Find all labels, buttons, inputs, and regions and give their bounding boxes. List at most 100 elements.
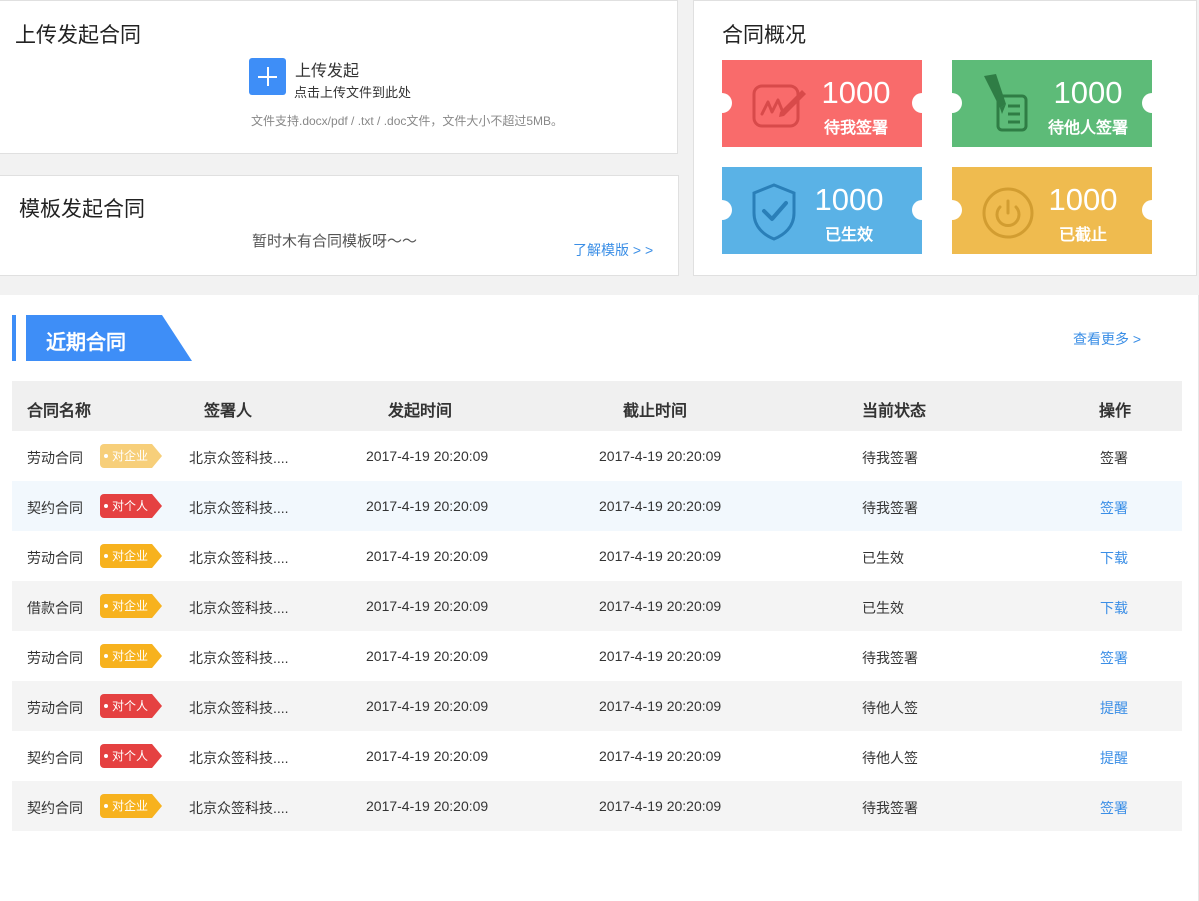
tag-enterprise: 对企业 [100,644,162,668]
download-button[interactable]: 下载 [1100,598,1128,618]
column-header: 签署人 [204,403,253,420]
status: 待我签署 [862,800,918,816]
status: 待我签署 [862,500,918,516]
card-count: 1000 [814,182,884,217]
start-time: 2017-4-19 20:20:09 [366,648,489,664]
upload-panel: 上传发起合同 上传发起 点击上传文件到此处 文件支持.docx/pdf / .t… [0,0,678,154]
end-time: 2017-4-19 20:20:09 [599,698,722,714]
end-time: 2017-4-19 20:20:09 [599,648,722,664]
overview-panel: 合同概况 1000 待我签署 1000 待他人签署 1000 已生效 1000 … [693,0,1197,276]
contract-name: 契约合同 [27,500,83,516]
remind-button[interactable]: 提醒 [1100,698,1128,718]
sign-button[interactable]: 签署 [1100,648,1128,668]
end-time: 2017-4-19 20:20:09 [599,598,722,614]
table-row: 劳动合同 对企业 北京众签科技.... 2017-4-19 20:20:09 2… [12,531,1182,581]
recent-contracts-panel: 近期合同 查看更多 > 合同名称 签署人 发起时间 截止时间 当前状态 操作 劳… [0,295,1199,901]
status: 已生效 [862,550,904,566]
download-button[interactable]: 下载 [1100,548,1128,568]
learn-template-link[interactable]: 了解模版 > > [573,240,653,260]
end-time: 2017-4-19 20:20:09 [599,448,722,464]
table-row: 契约合同 对企业 北京众签科技.... 2017-4-19 20:20:09 2… [12,781,1182,831]
end-time: 2017-4-19 20:20:09 [599,748,722,764]
signer: 北京众签科技.... [189,500,289,516]
column-header: 截止时间 [623,403,688,420]
column-header: 操作 [1099,403,1132,420]
table-row: 劳动合同 对企业 北京众签科技.... 2017-4-19 20:20:09 2… [12,431,1182,481]
signer: 北京众签科技.... [189,450,289,466]
card-effective[interactable]: 1000 已生效 [712,167,932,254]
contract-name: 借款合同 [27,600,83,616]
status: 待我签署 [862,650,918,666]
tag-enterprise: 对企业 [100,544,162,568]
end-time: 2017-4-19 20:20:09 [599,498,722,514]
status: 待我签署 [862,450,918,466]
table-row: 劳动合同 对个人 北京众签科技.... 2017-4-19 20:20:09 2… [12,681,1182,731]
template-title: 模板发起合同 [19,198,145,221]
tag-personal: 对个人 [100,494,162,518]
contract-name: 劳动合同 [27,550,83,566]
card-label: 已截止 [1058,227,1107,244]
upload-note: 文件支持.docx/pdf / .txt / .doc文件，文件大小不超过5MB… [251,114,564,128]
tag-personal: 对个人 [100,744,162,768]
remind-button[interactable]: 提醒 [1100,748,1128,768]
template-empty-text: 暂时木有合同模板呀～～ [252,233,418,250]
contract-name: 劳动合同 [27,700,83,716]
power-icon [982,187,1034,239]
table-row: 借款合同 对企业 北京众签科技.... 2017-4-19 20:20:09 2… [12,581,1182,631]
card-label: 待他人签署 [1047,120,1128,137]
sign-button[interactable]: 签署 [1100,498,1128,518]
recent-title: 近期合同 [46,332,126,354]
signer: 北京众签科技.... [189,600,289,616]
card-label: 已生效 [824,227,873,244]
end-time: 2017-4-19 20:20:09 [599,798,722,814]
template-panel: 模板发起合同 暂时木有合同模板呀～～ 了解模版 > > [0,175,679,276]
contract-name: 劳动合同 [27,650,83,666]
start-time: 2017-4-19 20:20:09 [366,698,489,714]
overview-title: 合同概况 [722,24,806,47]
tag-enterprise: 对企业 [100,794,162,818]
status: 待他人签 [862,750,918,766]
status: 待他人签 [862,700,918,716]
recent-accent-bar [12,315,16,361]
upload-plus-button[interactable] [249,58,286,95]
card-label: 待我签署 [823,120,888,137]
contracts-table: 合同名称 签署人 发起时间 截止时间 当前状态 操作 劳动合同 对企业 北京众签… [12,381,1182,831]
end-time: 2017-4-19 20:20:09 [599,548,722,564]
card-count: 1000 [821,75,891,110]
tag-enterprise: 对企业 [100,594,162,618]
signer: 北京众签科技.... [189,700,289,716]
tag-personal: 对个人 [100,694,162,718]
pen-document-icon [984,74,1028,132]
status: 已生效 [862,600,904,616]
card-expired[interactable]: 1000 已截止 [942,167,1162,254]
signer: 北京众签科技.... [189,650,289,666]
view-more-link[interactable]: 查看更多 > [1073,329,1141,349]
card-pending-my-signature[interactable]: 1000 待我签署 [712,60,932,147]
column-header: 合同名称 [27,403,92,420]
sign-button[interactable]: 签署 [1100,798,1128,818]
start-time: 2017-4-19 20:20:09 [366,548,489,564]
column-header: 当前状态 [862,403,927,420]
contract-name: 契约合同 [27,800,83,816]
start-time: 2017-4-19 20:20:09 [366,798,489,814]
table-header: 合同名称 签署人 发起时间 截止时间 当前状态 操作 [12,381,1182,431]
card-count: 1000 [1053,75,1123,110]
upload-hint[interactable]: 点击上传文件到此处 [294,82,411,101]
start-time: 2017-4-19 20:20:09 [366,448,489,464]
signer: 北京众签科技.... [189,550,289,566]
upload-title: 上传发起合同 [15,24,141,47]
card-pending-others-signature[interactable]: 1000 待他人签署 [942,60,1162,147]
contract-name: 劳动合同 [27,450,83,466]
sign-button[interactable]: 签署 [1100,448,1128,468]
signer: 北京众签科技.... [189,800,289,816]
signer: 北京众签科技.... [189,750,289,766]
upload-button-label[interactable]: 上传发起 [295,57,359,81]
column-header: 发起时间 [388,403,453,420]
table-row: 劳动合同 对企业 北京众签科技.... 2017-4-19 20:20:09 2… [12,631,1182,681]
start-time: 2017-4-19 20:20:09 [366,748,489,764]
table-row: 契约合同 对个人 北京众签科技.... 2017-4-19 20:20:09 2… [12,731,1182,781]
contract-name: 契约合同 [27,750,83,766]
card-count: 1000 [1048,182,1118,217]
tag-enterprise: 对企业 [100,444,162,468]
table-row: 契约合同 对个人 北京众签科技.... 2017-4-19 20:20:09 2… [12,481,1182,531]
